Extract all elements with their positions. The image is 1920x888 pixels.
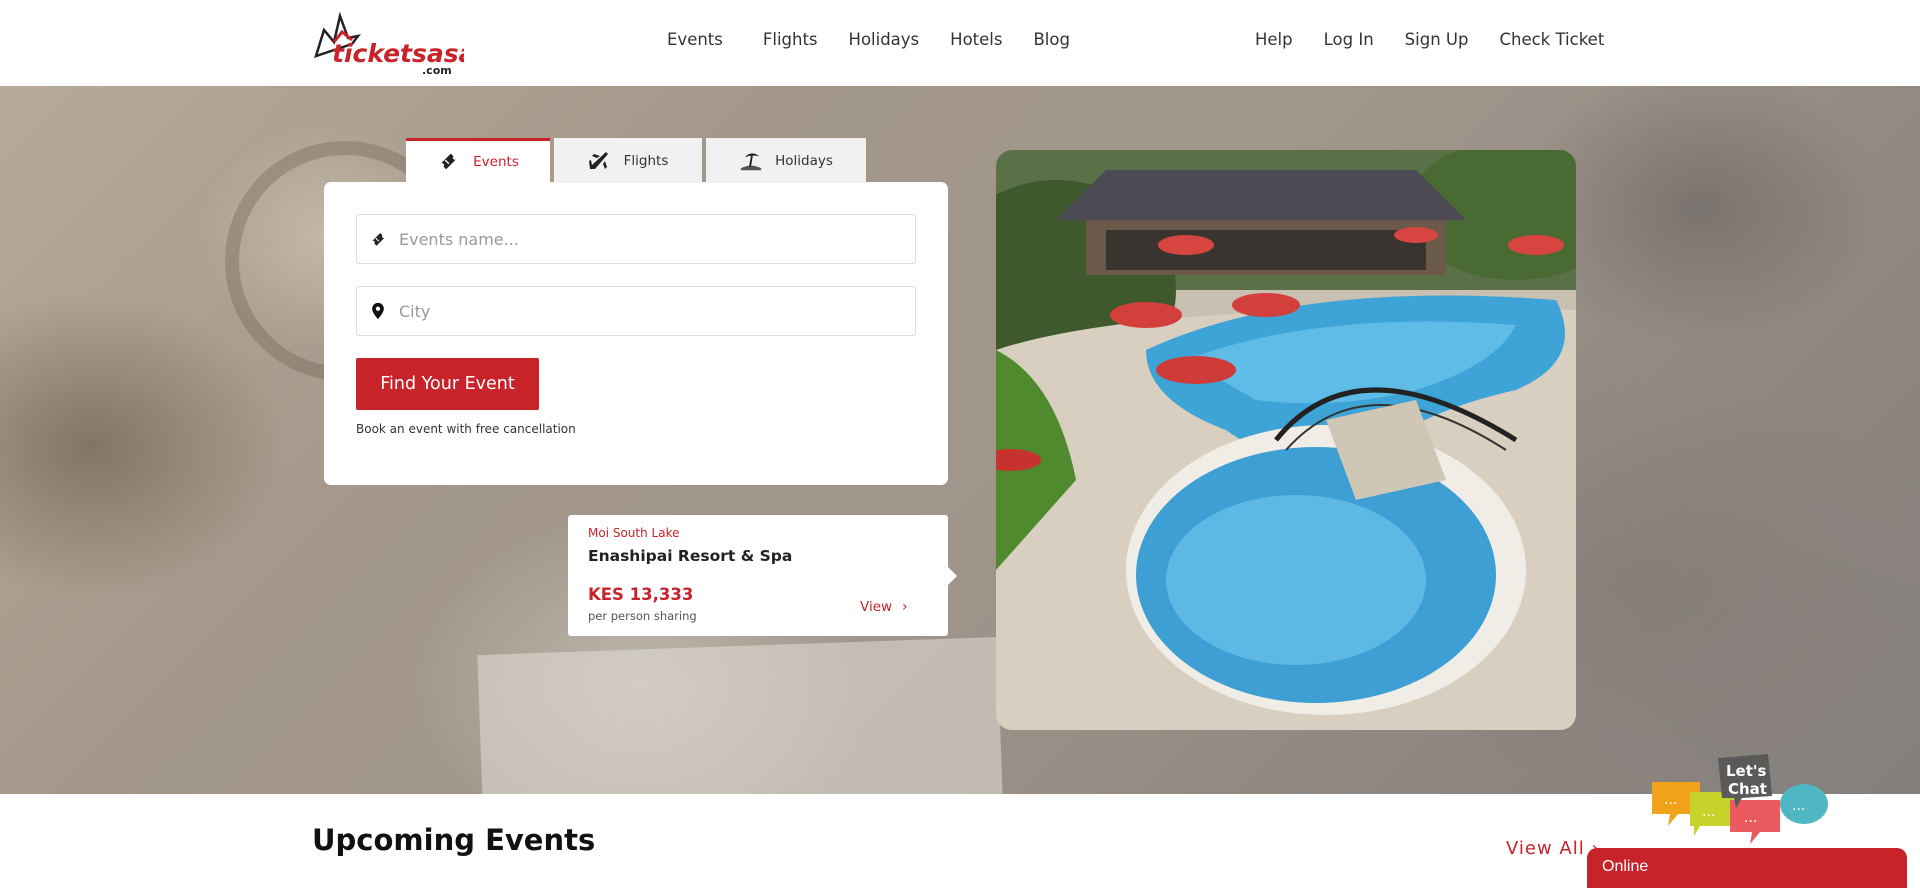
- nav-login[interactable]: Log In: [1324, 30, 1374, 49]
- svg-text:Chat: Chat: [1728, 780, 1767, 798]
- tab-events[interactable]: Events: [406, 138, 550, 183]
- ticket-icon: [369, 230, 389, 250]
- nav-events[interactable]: Events: [667, 30, 723, 49]
- resort-pool-illustration: [996, 150, 1576, 730]
- tab-flights-label: Flights: [623, 152, 669, 169]
- deal-name: Enashipai Resort & Spa: [588, 547, 793, 565]
- view-all-label: View All: [1506, 838, 1585, 859]
- ticketsasa-logo[interactable]: ticketsasa .com: [312, 11, 475, 77]
- featured-deal-card[interactable]: Moi South Lake Enashipai Resort & Spa KE…: [568, 515, 957, 636]
- paper-decoration: [477, 636, 1003, 794]
- tab-holidays-label: Holidays: [775, 152, 833, 169]
- deal-location: Moi South Lake: [588, 526, 680, 540]
- event-search-card: Find Your Event Book an event with free …: [324, 182, 948, 485]
- resort-photo: [996, 150, 1576, 730]
- svg-text:...: ...: [1702, 804, 1715, 820]
- tab-flights[interactable]: Flights: [554, 138, 702, 183]
- chat-widget-badge[interactable]: ... ... ... ... Let's Chat: [1650, 752, 1830, 848]
- beach-icon: [739, 149, 763, 173]
- svg-text:Let's: Let's: [1726, 762, 1766, 780]
- deal-price-note: per person sharing: [588, 609, 697, 623]
- nav-hotels[interactable]: Hotels: [950, 30, 1002, 49]
- view-deal-link[interactable]: View ›: [860, 599, 908, 615]
- svg-text:...: ...: [1664, 792, 1677, 808]
- nav-signup[interactable]: Sign Up: [1405, 30, 1469, 49]
- deal-price: KES 13,333: [588, 585, 694, 604]
- main-nav: Events Flights Holidays Hotels Blog: [667, 30, 1101, 49]
- nav-help[interactable]: Help: [1255, 30, 1293, 49]
- search-tabs: Events Flights Holidays: [406, 138, 870, 183]
- svg-text:.com: .com: [422, 64, 452, 76]
- cancellation-note: Book an event with free cancellation: [356, 422, 576, 436]
- account-nav: Help Log In Sign Up Check Ticket: [1255, 30, 1635, 49]
- event-name-input[interactable]: [399, 215, 899, 263]
- view-deal-label: View: [860, 599, 893, 615]
- chat-status-bar[interactable]: Online: [1587, 848, 1907, 888]
- site-header: ticketsasa .com Events Flights Holidays …: [0, 0, 1920, 86]
- nav-holidays[interactable]: Holidays: [849, 30, 920, 49]
- svg-text:...: ...: [1792, 798, 1805, 814]
- airplane-icon: [588, 149, 612, 173]
- svg-text:...: ...: [1744, 810, 1757, 826]
- map-pin-icon: [369, 302, 389, 322]
- city-input[interactable]: [399, 287, 899, 335]
- card-pointer: [948, 567, 957, 585]
- tab-holidays[interactable]: Holidays: [706, 138, 866, 183]
- nav-blog[interactable]: Blog: [1033, 30, 1069, 49]
- nav-flights[interactable]: Flights: [763, 30, 818, 49]
- find-event-button[interactable]: Find Your Event: [356, 358, 539, 410]
- city-field: [356, 286, 916, 336]
- event-name-field: [356, 214, 916, 264]
- chevron-right-icon: ›: [902, 599, 908, 615]
- ticket-icon: [437, 150, 461, 174]
- nav-check-ticket[interactable]: Check Ticket: [1499, 30, 1604, 49]
- upcoming-events-heading: Upcoming Events: [312, 823, 596, 857]
- hero-banner: [0, 86, 1920, 794]
- chat-status-label: Online: [1602, 858, 1649, 875]
- view-all-link[interactable]: View All ›: [1506, 838, 1600, 859]
- tab-events-label: Events: [473, 154, 519, 170]
